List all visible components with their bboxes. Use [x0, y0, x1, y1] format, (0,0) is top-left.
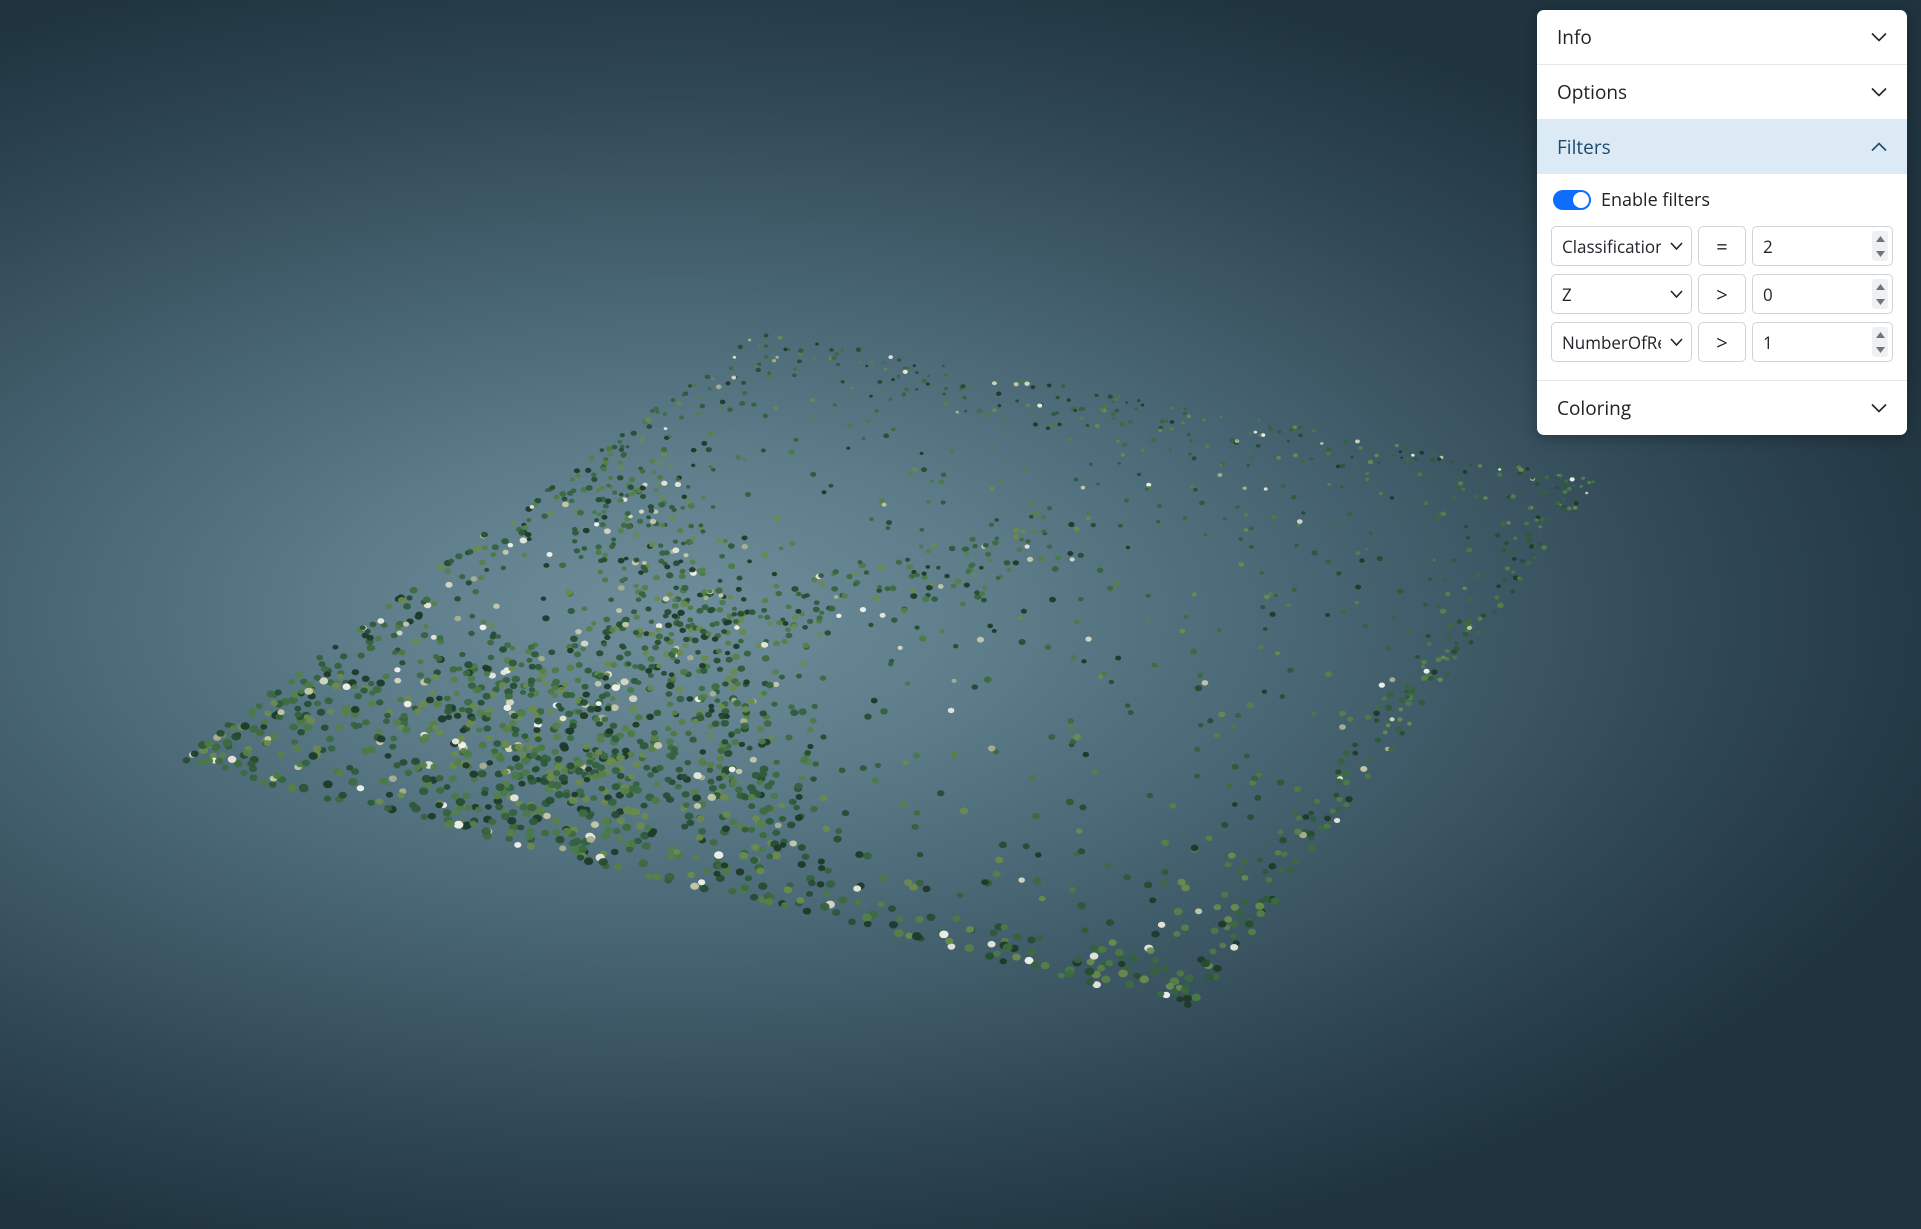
filter-operator-value: > — [1716, 329, 1727, 356]
section-header-info[interactable]: Info — [1537, 10, 1907, 65]
chevron-up-icon — [1871, 142, 1887, 152]
chevron-down-icon — [1871, 32, 1887, 42]
filter-field-value: Classification — [1562, 235, 1661, 258]
filter-field-select[interactable]: Classification — [1551, 226, 1692, 266]
filter-value-input[interactable]: 0 — [1752, 274, 1893, 314]
chevron-down-icon — [1670, 242, 1683, 250]
filter-field-select[interactable]: Z — [1551, 274, 1692, 314]
filter-field-select[interactable]: NumberOfReturns — [1551, 322, 1692, 362]
filter-row: NumberOfReturns > 1 — [1551, 322, 1893, 362]
enable-filters-label: Enable filters — [1601, 188, 1710, 212]
filter-operator-value: = — [1716, 233, 1727, 260]
filter-field-value: NumberOfReturns — [1562, 331, 1661, 354]
filter-value-input[interactable]: 2 — [1752, 226, 1893, 266]
section-label: Info — [1557, 24, 1592, 50]
stepper-down[interactable] — [1872, 246, 1888, 261]
filter-operator-select[interactable]: = — [1698, 226, 1746, 266]
filter-value-input[interactable]: 1 — [1752, 322, 1893, 362]
filters-body: Enable filters Classification = 2 — [1537, 174, 1907, 381]
chevron-down-icon — [1871, 403, 1887, 413]
section-header-options[interactable]: Options — [1537, 65, 1907, 120]
filter-field-value: Z — [1562, 283, 1661, 306]
section-header-filters[interactable]: Filters — [1537, 120, 1907, 174]
chevron-down-icon — [1670, 290, 1683, 298]
properties-panel: Info Options Filters Enable filters Clas… — [1537, 10, 1907, 435]
filter-operator-value: > — [1716, 281, 1727, 308]
filter-value-text: 1 — [1763, 331, 1773, 354]
filter-row: Classification = 2 — [1551, 226, 1893, 266]
number-stepper — [1872, 327, 1888, 357]
number-stepper — [1872, 231, 1888, 261]
point-cloud-render — [115, 320, 1613, 1057]
filter-value-text: 0 — [1763, 283, 1773, 306]
stepper-up[interactable] — [1872, 279, 1888, 294]
chevron-down-icon — [1670, 338, 1683, 346]
stepper-up[interactable] — [1872, 327, 1888, 342]
stepper-down[interactable] — [1872, 294, 1888, 309]
enable-filters-toggle[interactable] — [1553, 190, 1591, 210]
enable-filters-row: Enable filters — [1551, 184, 1893, 226]
section-label: Options — [1557, 79, 1627, 105]
stepper-down[interactable] — [1872, 342, 1888, 357]
section-header-coloring[interactable]: Coloring — [1537, 381, 1907, 435]
filter-row: Z > 0 — [1551, 274, 1893, 314]
filter-operator-select[interactable]: > — [1698, 274, 1746, 314]
stepper-up[interactable] — [1872, 231, 1888, 246]
number-stepper — [1872, 279, 1888, 309]
filter-operator-select[interactable]: > — [1698, 322, 1746, 362]
section-label: Filters — [1557, 134, 1611, 160]
section-label: Coloring — [1557, 395, 1631, 421]
filter-value-text: 2 — [1763, 235, 1773, 258]
chevron-down-icon — [1871, 87, 1887, 97]
